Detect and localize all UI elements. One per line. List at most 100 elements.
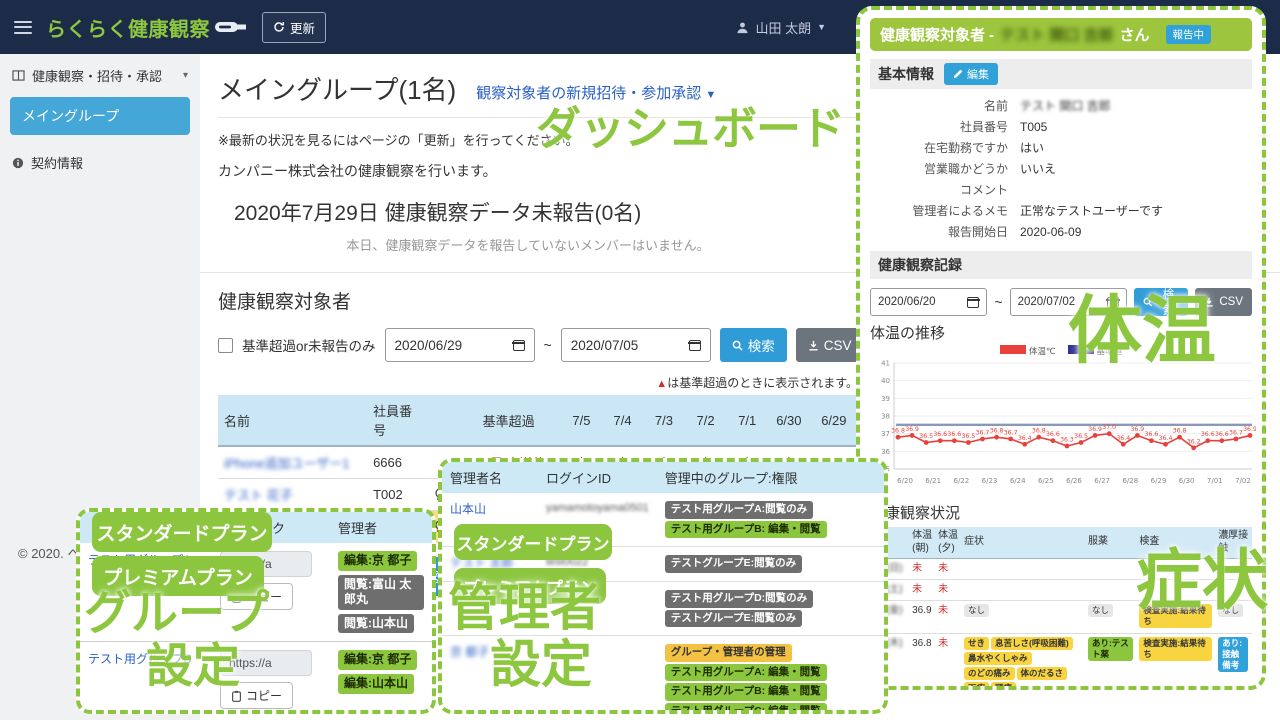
admin-table: 管理者名ログインID管理中のグループ:権限 山本山 yamamotoyama050… [442, 462, 884, 714]
svg-text:36.6: 36.6 [1215, 431, 1229, 438]
sidebar-item-main-group[interactable]: メイングループ [10, 97, 190, 135]
svg-text:37: 37 [881, 430, 890, 438]
admin-table-header: 管理者名ログインID管理中のグループ:権限 [442, 462, 884, 493]
column-header: 基準超過 [456, 395, 561, 446]
invite-approve-link[interactable]: 観察対象者の新規招待・参加承認 ▼ [476, 82, 716, 107]
status-badge: グループ・管理者の管理 [665, 644, 792, 662]
svg-text:40: 40 [881, 377, 890, 385]
status-badge: 編集:京 都子 [338, 551, 417, 571]
info-field: コメント [870, 180, 1252, 201]
copy-button[interactable]: コピー [220, 682, 293, 709]
clipboard-icon [231, 591, 242, 603]
column-header: 招待リンク [212, 512, 330, 543]
svg-text:7/01: 7/01 [1207, 477, 1223, 485]
basic-info-bar: 基本情報 編集 [870, 59, 1252, 89]
status-badge: テスト用グループA: 編集・閲覧 [665, 664, 827, 682]
admin-link[interactable]: テスト 太郎 [450, 556, 513, 570]
csv-download-button[interactable]: CSV [796, 328, 864, 362]
info-field: 管理者によるメモ正常なテストユーザーです [870, 201, 1252, 222]
user-menu[interactable]: 山田 太朗 ▼ [736, 18, 826, 37]
column-header: 症状 [962, 527, 1086, 559]
filter-checkbox[interactable] [218, 338, 233, 353]
info-field: 在宅勤務ですかはい [870, 138, 1252, 159]
svg-text:41: 41 [881, 360, 890, 368]
member-link[interactable]: テスト 花子 [224, 488, 293, 503]
status-badge: 下痢 [964, 682, 989, 690]
invite-link-input[interactable]: https://a [220, 650, 312, 676]
calendar-icon [689, 340, 701, 351]
admin-row: 京 都子グループ・管理者の管理テスト用グループA: 編集・閲覧テスト用グループB… [442, 636, 884, 714]
chart-title: 体温の推移 [870, 322, 1252, 343]
date-to-input[interactable]: 2020/07/05 [561, 328, 711, 362]
svg-text:6/25: 6/25 [1038, 477, 1054, 485]
svg-text:36.8: 36.8 [990, 428, 1004, 435]
record-date-from-input[interactable]: 2020/06/20 [870, 288, 987, 316]
observee-detail-panel: 健康観察対象者 - テスト 関口 吉郎 さん 報告中 基本情報 編集 名前テスト… [856, 6, 1266, 690]
svg-text:36: 36 [881, 448, 890, 456]
svg-text:36.7: 36.7 [1229, 429, 1243, 436]
status-badge: 体のだるさ [1017, 667, 1068, 680]
refresh-button[interactable]: 更新 [262, 12, 326, 43]
legend-item: 基準値 [1068, 345, 1123, 357]
download-icon [1204, 297, 1214, 307]
app-logo[interactable]: らくらく健康観察 [46, 13, 248, 42]
copy-button[interactable]: コピー [220, 583, 293, 610]
svg-text:6/29: 6/29 [1151, 477, 1167, 485]
sidebar-item-contract[interactable]: 契約情報 [0, 145, 200, 180]
date-from-input[interactable]: 2020/06/29 [385, 328, 535, 362]
edit-button[interactable]: 編集 [944, 63, 998, 85]
app-title: らくらく健康観察 [46, 13, 210, 42]
group-link[interactable]: テスト用グループB [88, 652, 191, 666]
column-header: 体温(夕) [936, 527, 962, 559]
status-badge: テストグループE:閲覧のみ [665, 555, 802, 573]
svg-text:36.2: 36.2 [1187, 438, 1201, 445]
login-id: yamamotoyama0501 [546, 502, 649, 514]
reporting-status-badge: 報告中 [1166, 25, 1212, 44]
column-header: 名前 [218, 395, 367, 446]
record-search-button[interactable]: 検索 [1134, 288, 1188, 316]
warning-triangle-icon: ▲ [656, 378, 667, 390]
admin-row: 山本山 yamamotoyama0501 テスト用グループA:閲覧のみテスト用グルー… [442, 493, 884, 547]
status-badge: テスト用グループB: 編集・閲覧 [665, 521, 827, 539]
svg-text:39: 39 [881, 395, 890, 403]
status-row: 7/4(土)未未 [870, 580, 1252, 601]
column-header: 管理中のグループ:権限 [657, 462, 884, 493]
legend-item: 体温℃ [1000, 345, 1056, 357]
group-link[interactable]: テスト用グループA [88, 553, 191, 567]
hamburger-menu-icon[interactable] [14, 21, 32, 34]
page-title: メイングループ(1名) [218, 70, 456, 107]
admin-link[interactable]: 京 都子 [450, 645, 489, 659]
pencil-icon [953, 69, 963, 79]
sidebar-menu-health[interactable]: 健康観察・招待・承認 ▾ [0, 54, 200, 95]
svg-text:36.4: 36.4 [1018, 435, 1032, 442]
record-date-to-input[interactable]: 2020/07/02 [1010, 288, 1127, 316]
member-link[interactable]: iPhone追加ユーザー1 [224, 456, 349, 471]
window-icon [12, 70, 25, 81]
column-header: 検査 [1137, 527, 1216, 559]
status-badge: なし [964, 604, 989, 617]
svg-text:36.4: 36.4 [1159, 435, 1173, 442]
status-table: 体温(朝)体温(夕)症状服薬検査濃厚接触 7/5(日)未未7/4(土)未未7/3… [870, 527, 1252, 690]
group-table: 招待リンク管理者 テスト用グループAhttps://aコピー編集:京 都子閲覧:… [80, 512, 432, 714]
svg-text:36.3: 36.3 [1060, 437, 1074, 444]
search-button[interactable]: 検索 [720, 328, 787, 362]
svg-text:36.9: 36.9 [1088, 426, 1102, 433]
svg-text:6/27: 6/27 [1094, 477, 1110, 485]
detail-header: 健康観察対象者 - テスト 関口 吉郎 さん 報告中 [870, 18, 1252, 51]
invite-link-input[interactable]: https://a [220, 551, 312, 577]
svg-text:6/28: 6/28 [1122, 477, 1138, 485]
info-field: 報告開始日2020-06-09 [870, 222, 1252, 243]
observee-table-header: 名前社員番号基準超過7/57/47/37/27/16/306/29 [218, 395, 858, 446]
svg-text:6/20: 6/20 [897, 477, 913, 485]
svg-text:36.6: 36.6 [1046, 431, 1060, 438]
status-badge: せき [964, 637, 989, 650]
column-header: 7/5 [561, 395, 602, 446]
status-row: 7/2(木)36.8未せき息苦しさ(呼吸困難)鼻水やくしゃみのどの痛み体のだるさ… [870, 634, 1252, 690]
status-badge: テスト用グループA:閲覧のみ [665, 501, 813, 519]
user-name: 山田 太朗 [755, 18, 811, 37]
record-csv-button[interactable]: CSV [1195, 288, 1252, 316]
column-header [80, 512, 212, 543]
admin-link[interactable]: 山本山 [450, 502, 486, 516]
status-section-title: 健康観察状況 [870, 502, 1252, 523]
status-badge: あり:接触備考 [1218, 637, 1248, 672]
